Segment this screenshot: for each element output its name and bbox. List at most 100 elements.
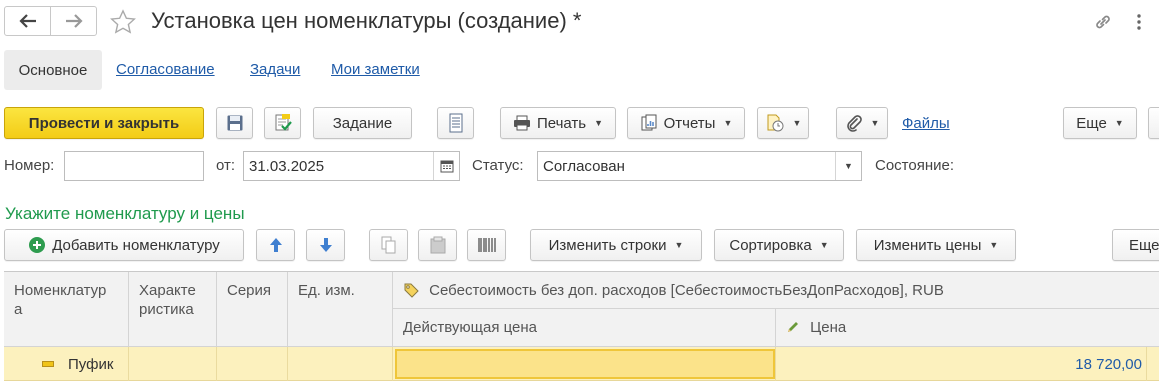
chevron-down-icon: ▼ [1114, 118, 1124, 128]
number-field[interactable] [64, 151, 204, 181]
table-row[interactable]: Пуфик 18 720,00 [4, 347, 1159, 381]
report-icon [641, 114, 657, 131]
arrow-down-icon [319, 238, 332, 252]
more-button[interactable]: Еще ▼ [1063, 107, 1137, 139]
clipboard-icon [430, 236, 445, 254]
reports-label: Отчеты [663, 114, 716, 132]
change-prices-button[interactable]: Изменить цены ▼ [856, 229, 1016, 261]
item-marker-icon [42, 361, 54, 367]
arrow-up-icon [269, 238, 282, 252]
calendar-button[interactable] [433, 152, 459, 180]
pencil-icon [788, 322, 798, 332]
help-button[interactable] [1148, 107, 1159, 139]
list-document-icon [449, 113, 462, 133]
barcode-button[interactable] [467, 229, 506, 261]
column-header-characteristic[interactable]: Характе ристика [129, 272, 217, 347]
column-header-nomenclature[interactable]: Номенклатур а [4, 272, 129, 347]
chevron-down-icon: ▼ [870, 118, 880, 128]
paste-button[interactable] [418, 229, 457, 261]
copy-icon [381, 236, 395, 254]
table-more-button[interactable]: Еще [1112, 229, 1159, 261]
post-button[interactable] [264, 107, 301, 139]
print-label: Печать [536, 114, 587, 132]
column-header-nomenclature-line1: Номенклатур [14, 282, 107, 299]
reports-button[interactable]: Отчеты ▼ [627, 107, 745, 139]
sort-label: Сортировка [729, 236, 812, 254]
column-header-characteristic-line2: ристика [139, 301, 194, 318]
column-header-nomenclature-line2: а [14, 301, 23, 318]
tab-notes[interactable]: Мои заметки [331, 61, 420, 78]
price-tag-icon [404, 283, 419, 298]
barcode-icon [477, 238, 496, 252]
navigation-group [4, 6, 97, 36]
date-label: от: [216, 157, 236, 174]
column-group-cost-price[interactable]: Себестоимость без доп. расходов [Себесто… [393, 272, 1159, 309]
cell-series[interactable] [217, 347, 288, 381]
cell-unit[interactable] [288, 347, 393, 381]
change-prices-label: Изменить цены [873, 236, 982, 254]
attach-file-button[interactable]: ▼ [836, 107, 888, 139]
status-select[interactable]: Согласован ▼ [537, 151, 862, 181]
more-actions-button[interactable] [1128, 11, 1150, 33]
status-label: Статус: [472, 157, 524, 174]
copy-row-button[interactable] [369, 229, 408, 261]
column-header-series[interactable]: Серия [217, 272, 288, 347]
change-rows-button[interactable]: Изменить строки ▼ [530, 229, 702, 261]
add-circle-icon [29, 237, 46, 253]
move-down-button[interactable] [306, 229, 345, 261]
state-label: Состояние: [875, 157, 955, 174]
status-value: Согласован [543, 157, 625, 175]
page-title: Установка цен номенклатуры (создание) * [151, 8, 582, 33]
link-button[interactable] [1092, 11, 1114, 33]
add-nomenclature-label: Добавить номенклатуру [52, 236, 220, 254]
cell-nomenclature[interactable]: Пуфик [4, 347, 129, 381]
sort-button[interactable]: Сортировка ▼ [714, 229, 844, 261]
cell-current-price[interactable] [393, 347, 776, 381]
chevron-down-icon: ▼ [674, 240, 684, 250]
post-and-close-button[interactable]: Провести и закрыть [4, 107, 204, 139]
create-based-on-button[interactable]: ▼ [757, 107, 809, 139]
section-title: Укажите номенклатуру и цены [5, 204, 245, 223]
files-link[interactable]: Файлы [902, 115, 950, 132]
date-field[interactable]: 31.03.2025 [243, 151, 460, 181]
arrow-right-icon [65, 14, 83, 28]
column-header-price-label: Цена [810, 319, 847, 336]
document-clock-icon [767, 114, 784, 132]
print-button[interactable]: Печать ▼ [500, 107, 616, 139]
current-price-value [395, 349, 775, 379]
document-journal-button[interactable] [437, 107, 474, 139]
link-icon [1096, 15, 1110, 29]
chevron-down-icon: ▼ [792, 118, 802, 128]
save-button[interactable] [216, 107, 253, 139]
column-header-characteristic-line1: Характе [139, 282, 196, 299]
cell-characteristic[interactable] [129, 347, 217, 381]
status-dropdown-button[interactable]: ▼ [835, 152, 861, 180]
change-rows-label: Изменить строки [548, 236, 667, 254]
tab-approval[interactable]: Согласование [116, 61, 215, 78]
printer-icon [513, 115, 530, 131]
forward-button[interactable] [50, 7, 96, 35]
save-icon [227, 115, 242, 131]
add-nomenclature-button[interactable]: Добавить номенклатуру [4, 229, 244, 261]
back-button[interactable] [5, 7, 50, 35]
column-header-current-price[interactable]: Действующая цена [393, 309, 776, 347]
nomenclature-value: Пуфик [68, 355, 114, 373]
task-button[interactable]: Задание [313, 107, 412, 139]
calendar-icon [440, 160, 453, 173]
favorite-button[interactable] [108, 7, 138, 37]
move-up-button[interactable] [256, 229, 295, 261]
tab-main[interactable]: Основное [4, 50, 102, 90]
chevron-down-icon: ▼ [594, 118, 604, 128]
chevron-down-icon: ▼ [819, 240, 829, 250]
column-header-unit[interactable]: Ед. изм. [288, 272, 393, 347]
vertical-dots-icon [1137, 14, 1141, 30]
number-label: Номер: [4, 157, 55, 174]
table-more-label: Еще [1129, 236, 1159, 254]
column-header-price[interactable]: Цена [776, 309, 1159, 347]
star-icon [110, 9, 136, 34]
chevron-down-icon: ▼ [723, 118, 733, 128]
chevron-down-icon: ▼ [989, 240, 999, 250]
cell-price[interactable]: 18 720,00 [776, 347, 1147, 381]
column-group-label: Себестоимость без доп. расходов [Себесто… [429, 282, 944, 299]
tab-tasks[interactable]: Задачи [250, 61, 300, 78]
